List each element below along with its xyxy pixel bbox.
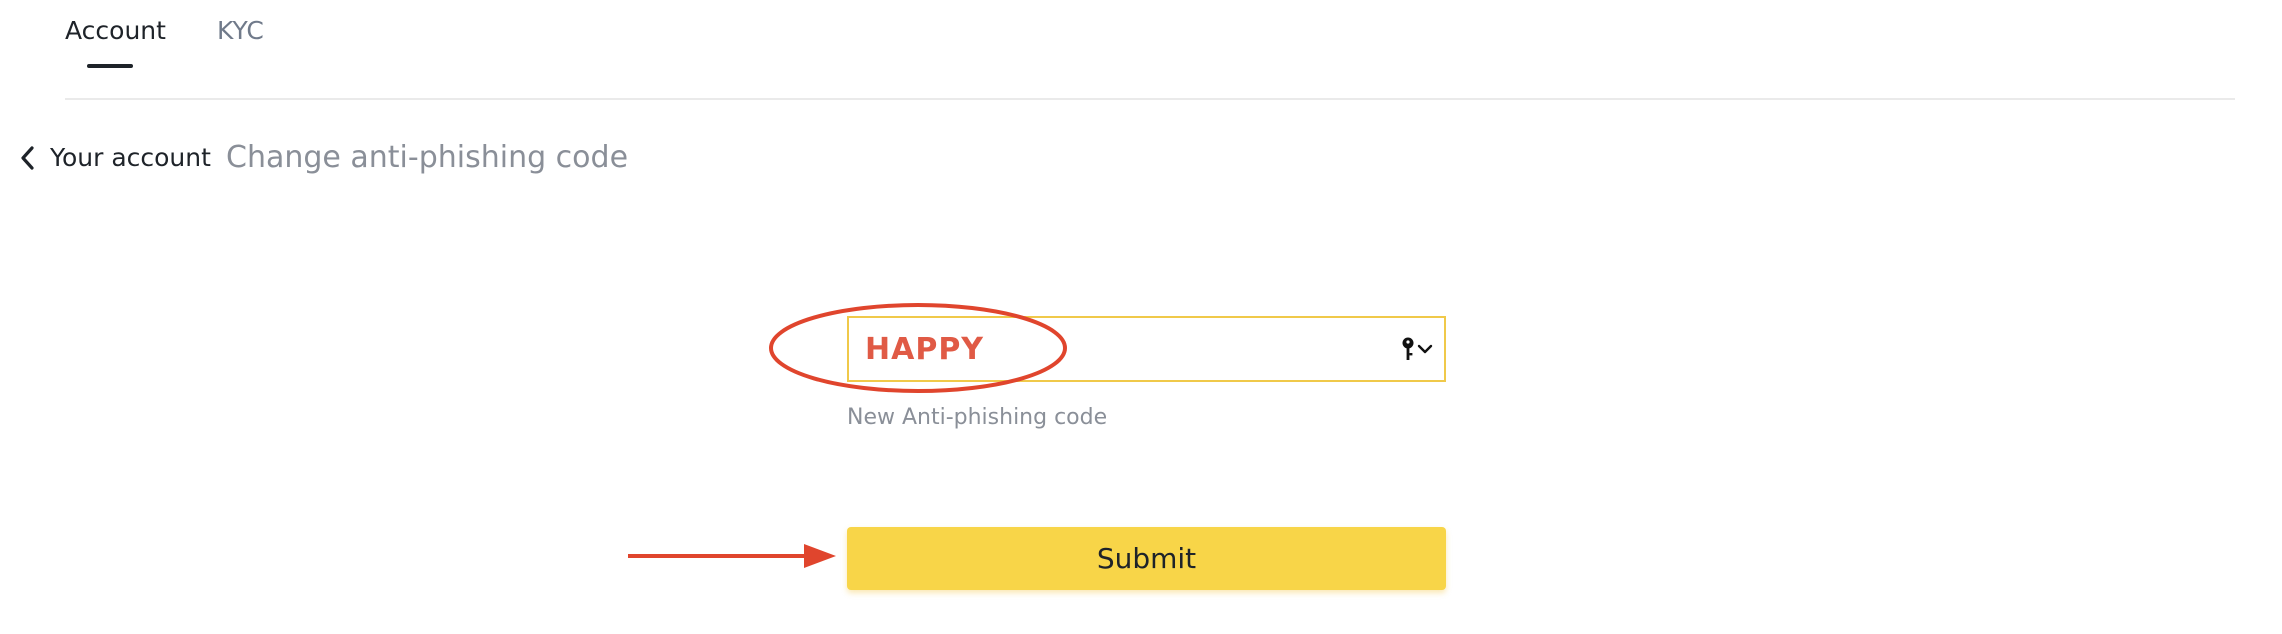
field-help-text: New Anti-phishing code (847, 405, 1108, 430)
password-manager-button[interactable] (1400, 335, 1438, 363)
chevron-left-icon (21, 145, 34, 170)
back-link[interactable]: Your account (18, 143, 211, 172)
tab-kyc[interactable]: KYC (217, 16, 264, 45)
page-title: Change anti-phishing code (226, 140, 629, 175)
anti-phishing-code-field (847, 316, 1446, 382)
anti-phishing-code-input[interactable] (865, 318, 1345, 380)
active-tab-indicator (87, 64, 133, 68)
page: Account KYC Your account Change anti-phi… (0, 0, 2282, 634)
chevron-down-icon (1417, 344, 1433, 354)
tab-account[interactable]: Account (65, 16, 166, 45)
annotation-arrow-icon (628, 544, 836, 568)
submit-button[interactable]: Submit (847, 527, 1446, 590)
tab-bar: Account KYC (65, 0, 2235, 100)
key-icon (1402, 337, 1414, 360)
back-link-label: Your account (50, 143, 211, 172)
